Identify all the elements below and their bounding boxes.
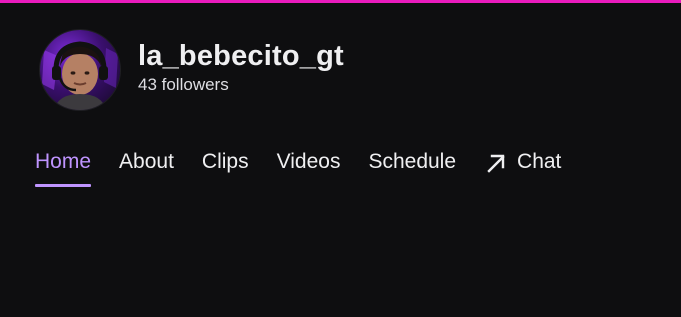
tab-schedule-label: Schedule (368, 150, 457, 173)
tab-videos[interactable]: Videos (277, 146, 341, 178)
tab-about-label: About (119, 150, 174, 173)
tab-chat[interactable]: Chat (484, 146, 561, 178)
channel-header: la_bebecito_gt 43 followers (40, 30, 344, 110)
external-arrow-icon (487, 154, 505, 173)
tab-home[interactable]: Home (35, 146, 92, 187)
avatar-image (42, 41, 118, 110)
channel-nav: Home About Clips Videos Schedule Chat (35, 146, 589, 187)
tab-clips-label: Clips (201, 150, 249, 173)
avatar[interactable] (40, 30, 120, 110)
tab-home-label: Home (35, 150, 92, 173)
follower-count: 43 followers (138, 75, 229, 94)
channel-name[interactable]: la_bebecito_gt (138, 39, 344, 73)
tab-videos-label: Videos (276, 150, 341, 173)
tab-clips[interactable]: Clips (202, 146, 249, 178)
tab-chat-label: Chat (517, 150, 562, 173)
tab-about[interactable]: About (119, 146, 174, 178)
tab-schedule[interactable]: Schedule (368, 146, 456, 178)
top-accent-strip (0, 0, 681, 3)
